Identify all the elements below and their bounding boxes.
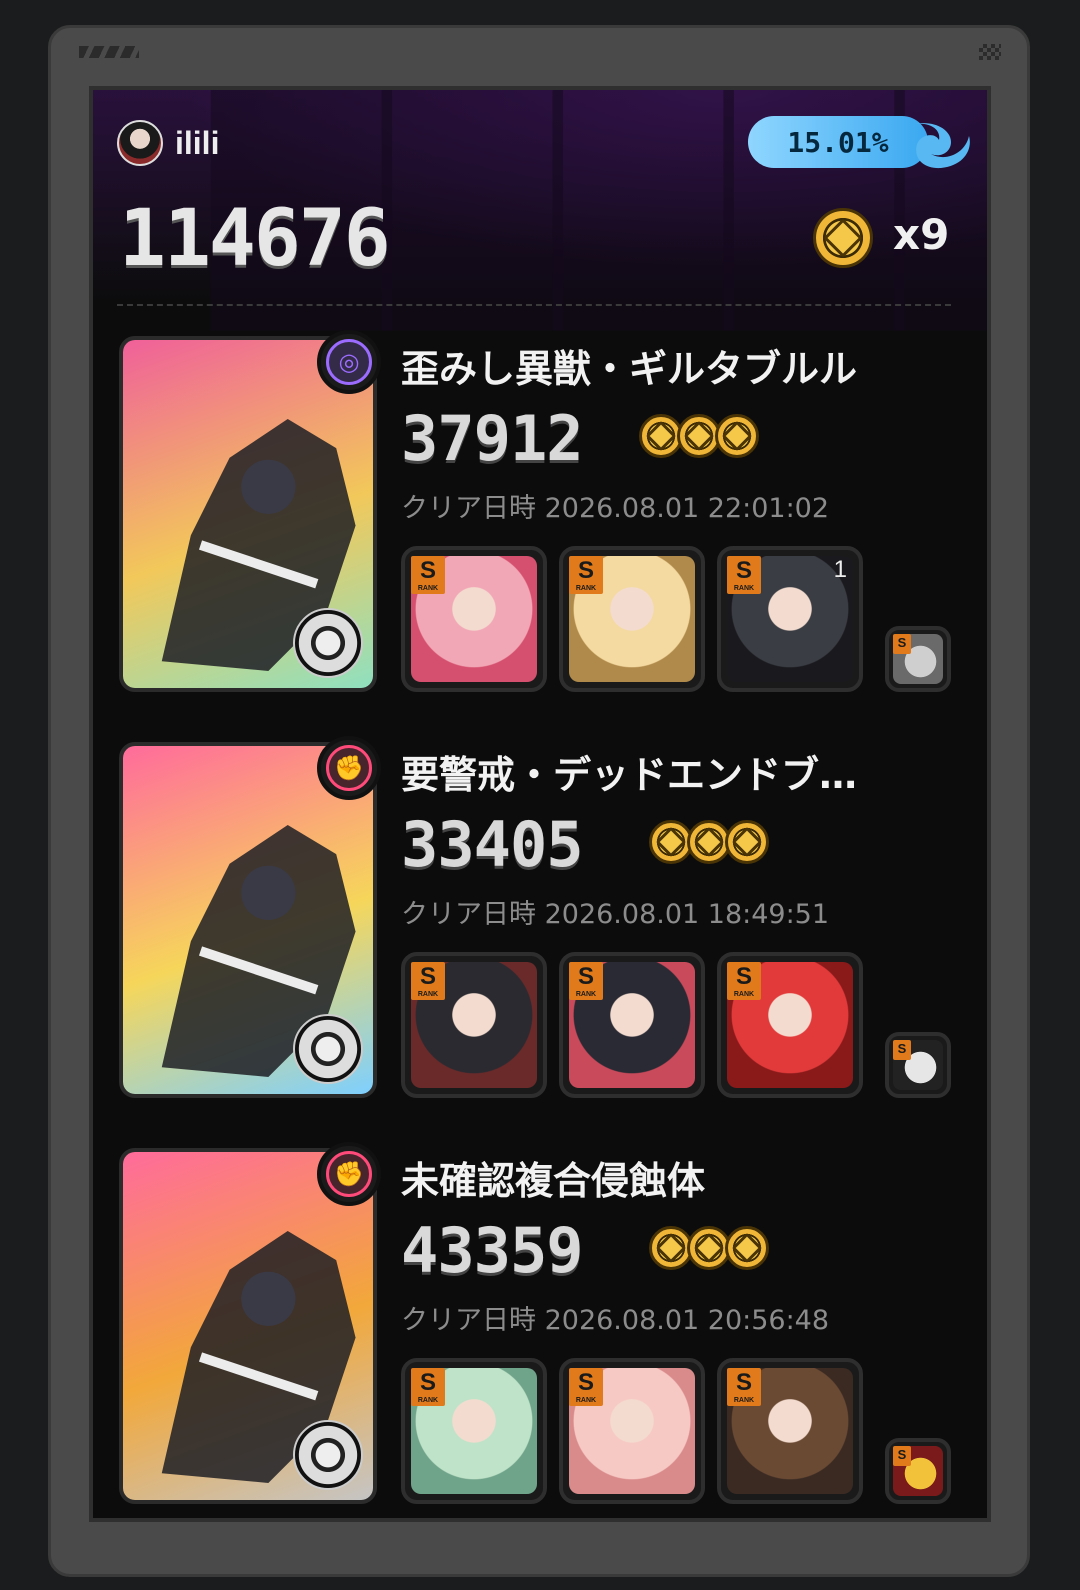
username: ilili <box>175 124 220 161</box>
bangboo-slot[interactable]: S <box>885 626 951 692</box>
clear-time: クリア日時 2026.08.01 20:56:48 <box>401 1298 829 1337</box>
fist-icon: ✊ <box>326 1151 372 1197</box>
clear-time-value: 2026.08.01 18:49:51 <box>544 899 830 930</box>
clear-time: クリア日時 2026.08.01 18:49:51 <box>401 892 829 931</box>
agent-slot[interactable]: S RANK <box>401 546 547 692</box>
s-rank-icon: S RANK <box>411 962 445 1000</box>
frame-stripe-decoration <box>79 46 139 58</box>
clear-time: クリア日時 2026.08.01 22:01:02 <box>401 486 829 525</box>
divider <box>117 304 951 306</box>
user-info: ilili <box>117 120 219 166</box>
s-rank-icon: S RANK <box>727 962 761 1000</box>
s-rank-icon: S RANK <box>569 962 603 1000</box>
agent-slot[interactable]: S RANK <box>401 1358 547 1504</box>
agent-slot[interactable]: S RANK <box>559 1358 705 1504</box>
s-rank-icon: S RANK <box>411 1368 445 1406</box>
clear-time-label: クリア日時 <box>401 493 536 524</box>
clear-time-value: 2026.08.01 20:56:48 <box>544 1305 830 1336</box>
boss-name: 歪みし異獣・ギルタブルル <box>401 347 858 391</box>
total-score: 114676 <box>119 194 391 284</box>
s-rank-icon: S <box>893 1040 911 1060</box>
medal-icon <box>725 820 769 864</box>
wave-icon <box>915 123 970 169</box>
s-rank-icon: S RANK <box>411 556 445 594</box>
medal-count: x9 <box>893 210 950 259</box>
s-rank-icon: S <box>893 1446 911 1466</box>
frame-checker-icon <box>979 44 1001 60</box>
boss-entry[interactable]: ◎ 歪みし異獣・ギルタブルル 37912 クリア日時 2026.08.01 22… <box>119 330 959 696</box>
agent-slot[interactable]: S RANK <box>559 952 705 1098</box>
ethereal-badge-icon <box>293 1014 363 1084</box>
boss-score: 33405 <box>401 808 584 881</box>
bangboo-slot[interactable]: S <box>885 1032 951 1098</box>
medal-icon <box>725 1226 769 1270</box>
s-rank-icon: S RANK <box>727 1368 761 1406</box>
mindscape-level: 1 <box>833 556 847 583</box>
medal-row <box>649 820 769 864</box>
boss-score: 37912 <box>401 402 584 475</box>
s-rank-icon: S RANK <box>569 556 603 594</box>
avatar[interactable] <box>117 120 163 166</box>
s-rank-icon: S RANK <box>727 556 761 594</box>
clear-time-label: クリア日時 <box>401 899 536 930</box>
s-rank-icon: S <box>893 634 911 654</box>
ethereal-badge-icon <box>293 608 363 678</box>
record-panel: █████ ilili 15.01% 114676 x9 ◎ 歪みし異獣・ギルタ… <box>89 86 991 1522</box>
fist-icon: ✊ <box>326 745 372 791</box>
agent-slot[interactable]: S RANK <box>717 952 863 1098</box>
agent-slot[interactable]: S RANK 1 <box>717 546 863 692</box>
medal-icon <box>715 414 759 458</box>
ether-icon: ◎ <box>326 339 372 385</box>
agent-slot[interactable]: S RANK <box>559 546 705 692</box>
agent-slot[interactable]: S RANK <box>717 1358 863 1504</box>
agent-slot[interactable]: S RANK <box>401 952 547 1098</box>
clear-time-value: 2026.08.01 22:01:02 <box>544 493 830 524</box>
boss-score: 43359 <box>401 1214 584 1287</box>
boss-entry[interactable]: ✊ 未確認複合侵蝕体 43359 クリア日時 2026.08.01 20:56:… <box>119 1142 959 1508</box>
ethereal-badge-icon <box>293 1420 363 1490</box>
clear-time-label: クリア日時 <box>401 1305 536 1336</box>
s-rank-icon: S RANK <box>569 1368 603 1406</box>
attribute-badge: ✊ <box>317 736 381 800</box>
medal-total-icon <box>813 208 873 268</box>
percentile-badge: 15.01% <box>748 116 928 168</box>
attribute-badge: ◎ <box>317 330 381 394</box>
boss-name: 未確認複合侵蝕体 <box>401 1159 706 1203</box>
window-frame: █████ ilili 15.01% 114676 x9 ◎ 歪みし異獣・ギルタ… <box>48 25 1030 1577</box>
medal-row <box>639 414 759 458</box>
boss-entry[interactable]: ✊ 要警戒・デッドエンドブ… 33405 クリア日時 2026.08.01 18… <box>119 736 959 1102</box>
attribute-badge: ✊ <box>317 1142 381 1206</box>
bangboo-slot[interactable]: S <box>885 1438 951 1504</box>
boss-name: 要警戒・デッドエンドブ… <box>401 753 858 797</box>
medal-row <box>649 1226 769 1270</box>
